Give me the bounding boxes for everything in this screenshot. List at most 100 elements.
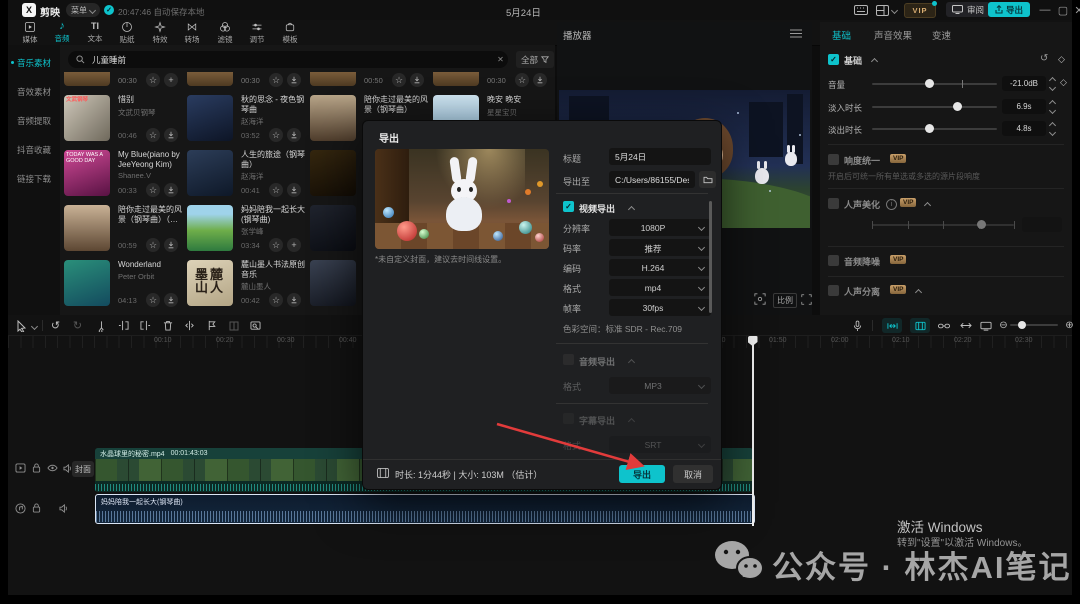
mark-flag-icon[interactable] [204,318,219,333]
chevron-down-icon[interactable] [30,322,39,331]
preview-axis-icon[interactable] [978,318,993,333]
playhead[interactable] [752,336,754,526]
audio-clip-selected[interactable]: 妈妈陪我一起长大(钢琴曲) [95,494,755,524]
slider-knob[interactable] [924,79,934,88]
volume-stepper[interactable] [1048,76,1057,91]
video-export-checkbox[interactable]: ✓ [563,201,574,212]
voice-beautify-checkbox[interactable] [828,198,839,209]
lock-icon[interactable] [30,462,42,474]
favorite-button[interactable]: ☆ [146,238,160,252]
vip-badge[interactable]: VIP [904,3,936,18]
music-card[interactable]: Wonderland Peter Orbit 04:13 ☆ [64,258,182,308]
mirror-icon[interactable] [182,318,197,333]
trim-right-icon[interactable] [138,318,153,333]
layout-panels-icon[interactable] [874,4,890,16]
music-thumbnail[interactable] [64,72,110,86]
framerate-select[interactable]: 30fps [609,299,711,316]
favorite-button[interactable]: ☆ [269,293,283,307]
download-button[interactable] [164,183,178,197]
export-button-top[interactable]: 导出 [988,2,1031,17]
sidebar-item-music-assets[interactable]: 音乐素材 [8,51,60,75]
music-card[interactable]: 陪你走过最美的风景（钢琴曲）（纯钢版） 00:59 ☆ [64,203,182,253]
keyframe-icon[interactable]: ◇ [1058,54,1065,65]
tab-filter[interactable]: 滤镜 [209,20,241,45]
window-close-button[interactable]: ✕ [1072,3,1080,17]
music-thumbnail[interactable] [187,72,233,86]
review-button[interactable]: 审阅 [946,2,991,17]
bitrate-select[interactable]: 推荐 [609,239,711,256]
tab-basic[interactable]: 基础 [832,28,851,42]
dialog-scrollbar[interactable] [709,201,712,313]
trim-left-icon[interactable] [116,318,131,333]
export-confirm-button[interactable]: 导出 [619,465,665,483]
zoom-out-icon[interactable]: ⊖ [996,318,1011,333]
loudness-checkbox[interactable] [828,154,839,165]
download-button[interactable] [287,183,301,197]
collapse-icon[interactable] [923,201,932,210]
undo-icon[interactable]: ↺ [48,318,63,333]
volume-keyframe-icon[interactable]: ◇ [1060,77,1067,88]
export-title-input[interactable] [609,148,711,165]
music-thumbnail[interactable] [310,72,356,86]
window-maximize-button[interactable]: ▢ [1056,3,1070,17]
subtitle-export-checkbox[interactable] [563,413,574,424]
music-card[interactable]: 妈妈陪我一起长大(钢琴曲) 张学峰 03:34 ☆ + [187,203,305,253]
redo-icon[interactable]: ↻ [70,318,85,333]
cover-button[interactable]: 封面 [72,461,94,477]
fade-out-slider[interactable] [872,124,997,133]
voice-separate-checkbox[interactable] [828,285,839,296]
filter-all-button[interactable]: 全部 [516,51,555,68]
chevron-down-icon[interactable] [890,6,899,15]
tab-audio[interactable]: ♪ 音频 [46,20,78,45]
expand-track-icon[interactable] [958,318,973,333]
favorite-button[interactable]: ☆ [146,73,160,87]
music-card[interactable]: TODAY WAS A GOOD DAY My Blue(piano by Je… [64,148,182,198]
sidebar-item-link-download[interactable]: 链接下载 [8,167,60,191]
mute-speaker-icon[interactable] [58,502,70,514]
favorite-button[interactable]: ☆ [146,293,160,307]
collapse-icon[interactable] [870,57,879,66]
fade-in-stepper[interactable] [1048,99,1057,114]
timeline-zoom-slider[interactable] [1010,321,1058,329]
player-menu-icon[interactable] [789,28,802,38]
auto-snap-icon[interactable] [910,318,930,333]
snap-toggle-icon[interactable] [882,318,902,333]
fade-in-value[interactable]: 6.9s [1002,99,1046,114]
search-input[interactable] [90,52,474,68]
clear-search-icon[interactable]: ✕ [496,55,505,64]
music-card[interactable]: 文武钢琴 惜别 文武贝钢琴 00:46 ☆ [64,93,182,143]
delete-icon[interactable] [160,318,175,333]
tab-adjust[interactable]: 调节 [241,20,273,45]
music-card[interactable]: 墨麓山人 麓山墨人书法原创音乐 麓山墨人 00:42 ☆ [187,258,305,308]
add-button[interactable]: + [287,238,301,252]
slider-knob[interactable] [977,220,987,229]
download-button[interactable] [164,238,178,252]
slider-knob[interactable] [953,102,963,111]
info-icon[interactable]: i [886,199,897,210]
window-minimize-button[interactable]: — [1038,3,1052,17]
freeze-frame-icon[interactable] [226,318,241,333]
download-button[interactable] [410,73,424,87]
music-thumbnail[interactable] [433,72,479,86]
favorite-button[interactable]: ☆ [269,238,283,252]
browse-folder-button[interactable] [699,171,716,188]
tab-transition[interactable]: 转场 [176,20,208,45]
slider-knob[interactable] [1018,321,1026,329]
record-mic-icon[interactable] [850,318,865,333]
resolution-select[interactable]: 1080P [609,219,711,236]
sidebar-item-douyin-favorites[interactable]: 抖音收藏 [8,138,60,162]
link-icon[interactable] [936,318,951,333]
cancel-button[interactable]: 取消 [673,465,713,483]
tab-sound-effects[interactable]: 声音效果 [874,28,912,42]
basic-section-checkbox[interactable]: ✓ [828,54,839,65]
fade-out-value[interactable]: 4.8s [1002,121,1046,136]
search-bar[interactable]: ✕ [68,51,508,68]
volume-slider[interactable] [872,79,997,88]
fullscreen-icon[interactable] [800,293,812,305]
tab-speed[interactable]: 变速 [932,28,951,42]
favorite-button[interactable]: ☆ [269,73,283,87]
sidebar-item-sound-effects[interactable]: 音效素材 [8,80,60,104]
fit-screen-icon[interactable] [753,293,767,305]
download-button[interactable] [287,293,301,307]
favorite-button[interactable]: ☆ [515,73,529,87]
